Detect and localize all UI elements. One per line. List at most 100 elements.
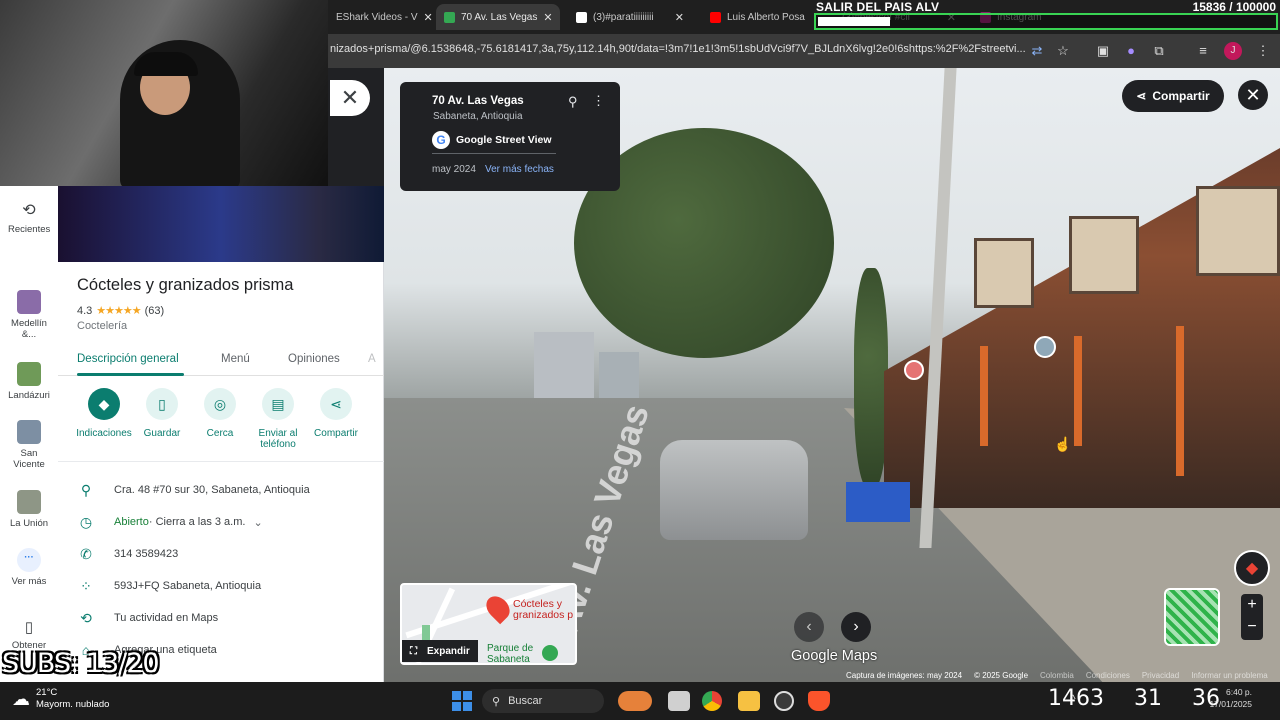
rail-item-san-vicente[interactable]: San Vicente — [0, 420, 58, 470]
expand-minimap-button[interactable]: ⛶ Expandir — [402, 640, 478, 662]
privacy-link[interactable]: Privacidad — [1142, 671, 1179, 680]
rail-item-la-union[interactable]: La Unión — [0, 490, 58, 529]
close-tab-icon[interactable]: ✕ — [543, 11, 552, 24]
weather-condition: Mayorm. nublado — [36, 699, 110, 710]
action-label: Guardar — [143, 428, 181, 439]
stream-counter-overlay: 1463 31 36 — [1048, 686, 1220, 711]
phone-row[interactable]: ✆ 314 3589423 — [58, 540, 384, 568]
send-to-phone-icon: ▤ — [262, 388, 294, 420]
close-tab-icon[interactable]: ✕ — [675, 11, 684, 24]
provider-label: Google Street View — [456, 134, 552, 146]
phone-number: 314 3589423 — [114, 548, 179, 560]
review-count[interactable]: (63) — [145, 305, 165, 317]
close-streetview-button[interactable]: ✕ — [1238, 80, 1268, 110]
place-category[interactable]: Coctelería — [77, 320, 127, 332]
taskbar-search[interactable]: ⚲ Buscar — [482, 689, 604, 713]
clock-icon: ◷ — [79, 513, 93, 530]
rail-item-get-app[interactable]: ▯ Obtener — [0, 618, 58, 651]
tab-about[interactable]: A — [368, 353, 376, 365]
overlay-number: 1463 — [1048, 686, 1104, 711]
subs-overlay: SUBS: 13/20 — [2, 648, 160, 679]
overlay-number: 31 — [1134, 686, 1162, 711]
brave-icon[interactable] — [808, 691, 830, 711]
puzzle-icon[interactable]: ⧉ — [1150, 42, 1168, 60]
search-icon: ⚲ — [492, 695, 501, 708]
bookmark-icon: ▯ — [146, 388, 178, 420]
place-tabs: Descripción general Menú Opiniones A — [58, 350, 384, 376]
more-dates-link[interactable]: Ver más fechas — [485, 164, 554, 175]
zoom-out-button[interactable]: − — [1241, 616, 1263, 638]
obs-icon[interactable] — [774, 691, 794, 711]
wall-poster — [974, 238, 1034, 308]
rail-item-more[interactable]: ··· Ver más — [0, 548, 58, 587]
capture-info: Captura de imágenes: may 2024 — [846, 671, 963, 680]
previous-arrow-button[interactable]: ‹ — [794, 612, 824, 642]
directions-button[interactable]: ◆ Indicaciones — [75, 388, 133, 439]
activity-row[interactable]: ⟲ Tu actividad en Maps — [58, 604, 384, 632]
plus-code-text: 593J+FQ Sabaneta, Antioquia — [114, 580, 262, 592]
weather-widget[interactable]: ☁ 21°C Mayorm. nublado — [12, 687, 109, 711]
share-streetview-button[interactable]: ⋖ Compartir — [1122, 80, 1224, 112]
location-subtitle: Sabaneta, Antioquia — [433, 111, 523, 122]
minimap-place-label: Cócteles y granizados p — [513, 598, 574, 621]
translate-icon[interactable]: ⇄ — [1028, 42, 1046, 60]
zoom-in-button[interactable]: + — [1241, 594, 1263, 616]
place-thumbnail — [17, 362, 41, 386]
tab-tiktok[interactable]: (3)#paratiiiiiiiii ✕ — [568, 4, 692, 30]
next-arrow-button[interactable]: › — [841, 612, 871, 642]
windows-taskbar: ☁ 21°C Mayorm. nublado ⚲ Buscar ^ 1463 3… — [0, 682, 1280, 720]
place-thumbnail — [17, 290, 41, 314]
tab-street-view[interactable]: 70 Av. Las Vegas ✕ — [436, 4, 560, 30]
address-bar: nizados+prisma/@6.1538648,-75.6181417,3a… — [328, 34, 1280, 68]
profile-avatar-icon[interactable]: J — [1224, 42, 1242, 60]
terms-link[interactable]: Condiciones — [1086, 671, 1130, 680]
chrome-icon[interactable] — [702, 691, 722, 711]
address-row[interactable]: ⚲ Cra. 48 #70 sur 30, Sabaneta, Antioqui… — [58, 476, 384, 504]
plus-code-row[interactable]: ⁘ 593J+FQ Sabaneta, Antioquia — [58, 572, 384, 600]
chevron-right-icon: › — [853, 618, 859, 635]
tab-menu[interactable]: Menú — [221, 353, 250, 365]
screen: EShark Videos - V ✕ 70 Av. Las Vegas ✕ (3)… — [0, 0, 1280, 720]
rail-item-medellin[interactable]: Medellín &... — [0, 290, 58, 340]
media-icon[interactable]: ≡ — [1194, 42, 1212, 60]
hours-row[interactable]: ◷ Abierto · Cierra a las 3 a.m. ⌄ — [58, 508, 384, 536]
chevron-down-icon[interactable]: ⌄ — [253, 516, 262, 529]
compass-button[interactable]: ◆ — [1234, 550, 1270, 586]
close-panel-button[interactable]: ✕ — [330, 80, 370, 116]
save-button[interactable]: ▯ Guardar — [133, 388, 191, 439]
rail-item-landazuri[interactable]: Landázuri — [0, 362, 58, 401]
place-marker-icon[interactable] — [1034, 336, 1056, 358]
url-field[interactable]: nizados+prisma/@6.1538648,-75.6181417,3a… — [330, 43, 1030, 55]
rating-value: 4.3 — [77, 304, 93, 317]
rail-item-recent[interactable]: ⟲ Recientes — [0, 200, 58, 235]
share-button[interactable]: ⋖ Compartir — [307, 388, 365, 439]
map-layer-thumbnail[interactable] — [1164, 588, 1220, 646]
tab-reviews[interactable]: Opiniones — [288, 353, 340, 365]
clock[interactable]: 6:40 p. 17/01/2025 — [1209, 686, 1252, 710]
more-options-icon[interactable]: ⋮ — [592, 93, 605, 109]
close-tab-icon[interactable]: ✕ — [424, 11, 433, 24]
location-pin-icon[interactable]: ⚲ — [568, 94, 578, 110]
start-button[interactable] — [452, 691, 472, 711]
rail-item-label: Landázuri — [8, 390, 50, 401]
place-actions: ◆ Indicaciones ▯ Guardar ◎ Cerca ▤ Envia… — [58, 388, 384, 462]
extension-icon[interactable]: ▣ — [1094, 42, 1112, 60]
bookmark-star-icon[interactable]: ☆ — [1054, 42, 1072, 60]
file-explorer-icon[interactable] — [738, 691, 760, 711]
action-label: Compartir — [314, 428, 358, 439]
place-title: Cócteles y granizados prisma — [77, 276, 294, 294]
place-marker-icon[interactable] — [904, 360, 924, 380]
menu-dots-icon[interactable]: ⋮ — [1254, 42, 1272, 60]
tab-eshark[interactable]: EShark Videos - V ✕ — [328, 4, 434, 30]
task-view-icon[interactable] — [668, 691, 690, 711]
nearby-button[interactable]: ◎ Cerca — [191, 388, 249, 439]
capture-date: may 2024 — [432, 164, 476, 175]
tab-overview[interactable]: Descripción general — [77, 353, 179, 365]
report-link[interactable]: Informar un problema — [1191, 671, 1267, 680]
extension-icon[interactable]: ● — [1122, 42, 1140, 60]
tab-youtube[interactable]: Luis Alberto Posa — [702, 4, 814, 30]
send-to-phone-button[interactable]: ▤ Enviar al teléfono — [249, 388, 307, 450]
more-icon: ··· — [17, 548, 41, 572]
place-rating[interactable]: 4.3 ★★★★★ (63) — [77, 304, 165, 318]
pinned-app-icon[interactable] — [618, 691, 652, 711]
